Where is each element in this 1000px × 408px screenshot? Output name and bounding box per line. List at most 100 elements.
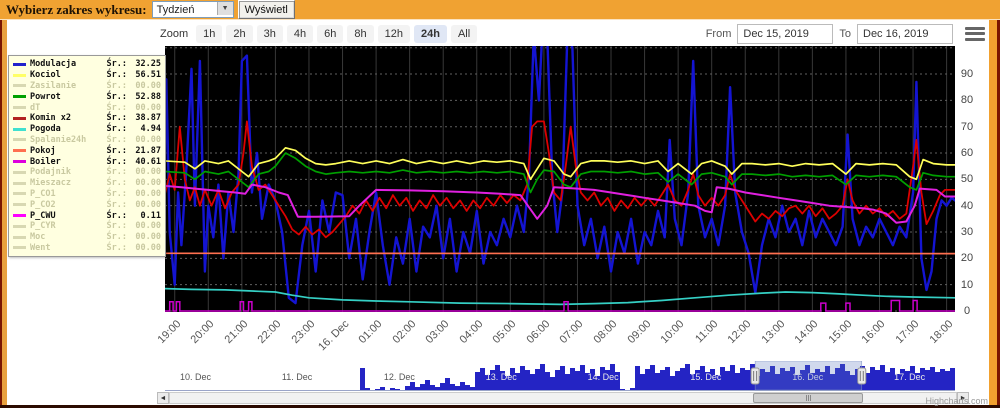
zoom-button-1h[interactable]: 1h bbox=[196, 24, 223, 43]
legend-item-powrot[interactable]: Powrot Śr.: 52.88 bbox=[13, 91, 161, 102]
legend-item-boiler[interactable]: Boiler Śr.: 40.61 bbox=[13, 156, 161, 167]
legend-series-name: P_CYR bbox=[30, 221, 56, 232]
legend-series-name: Spalanie24h bbox=[30, 134, 87, 145]
zoom-button-3h[interactable]: 3h bbox=[256, 24, 283, 43]
legend-item-komin-x2[interactable]: Komin x2 Śr.: 38.87 bbox=[13, 113, 161, 124]
legend-avg-prefix: Śr.: bbox=[106, 199, 127, 210]
legend-avg-prefix: Śr.: bbox=[106, 188, 127, 199]
legend-item-kociol[interactable]: Kociol Śr.: 56.51 bbox=[13, 70, 161, 81]
navigator-scrollbar: ◄ ► bbox=[157, 392, 969, 404]
legend-item-p-cyr[interactable]: P_CYR Śr.: 00.00 bbox=[13, 221, 161, 232]
legend-avg-value: 4.94 bbox=[140, 124, 161, 135]
legend-avg-value: 00.00 bbox=[135, 232, 161, 243]
legend-item-pokoj[interactable]: Pokoj Śr.: 21.87 bbox=[13, 145, 161, 156]
legend-item-mieszacz[interactable]: Mieszacz Śr.: 00.00 bbox=[13, 178, 161, 189]
legend-series-name: Podajnik bbox=[30, 167, 71, 178]
legend-item-podajnik[interactable]: Podajnik Śr.: 00.00 bbox=[13, 167, 161, 178]
legend-avg-prefix: Śr.: bbox=[106, 124, 127, 135]
legend-series-name: P_CWU bbox=[30, 210, 56, 221]
zoom-button-6h[interactable]: 6h bbox=[317, 24, 344, 43]
zoom-button-all[interactable]: All bbox=[450, 24, 478, 43]
legend-series-name: P_CO1 bbox=[30, 188, 56, 199]
legend-avg-prefix: Śr.: bbox=[106, 70, 127, 81]
y-tick-60: 60 bbox=[960, 147, 974, 160]
legend-avg-value: 00.00 bbox=[135, 242, 161, 253]
legend-swatch bbox=[13, 235, 26, 239]
legend-item-pogoda[interactable]: Pogoda Śr.: 4.94 bbox=[13, 124, 161, 135]
hamburger-menu-icon[interactable] bbox=[965, 26, 985, 41]
legend-series-name: Mieszacz bbox=[30, 178, 71, 189]
legend-item-zasilanie[interactable]: Zasilanie Śr.: 00.00 bbox=[13, 81, 161, 92]
legend-item-p-cwu[interactable]: P_CWU Śr.: 0.11 bbox=[13, 210, 161, 221]
legend-avg-prefix: Śr.: bbox=[106, 134, 127, 145]
scrollbar-thumb[interactable] bbox=[753, 393, 863, 403]
app-window: Wybierz zakres wykresu: Tydzień ▼ Wyświe… bbox=[0, 0, 1000, 408]
legend-series-name: Moc bbox=[30, 232, 46, 243]
main-chart-plot[interactable] bbox=[165, 46, 955, 312]
legend-avg-value: 00.00 bbox=[135, 134, 161, 145]
legend-series-name: Boiler bbox=[30, 156, 61, 167]
legend-avg-value: 00.00 bbox=[135, 167, 161, 178]
legend-swatch bbox=[13, 138, 26, 142]
navigator-label-15-Dec: 15. Dec bbox=[690, 372, 722, 382]
legend-avg-value: 00.00 bbox=[135, 199, 161, 210]
zoom-button-4h[interactable]: 4h bbox=[286, 24, 314, 43]
zoom-button-8h[interactable]: 8h bbox=[347, 24, 374, 43]
navigator-left-handle[interactable] bbox=[750, 367, 760, 385]
navigator-right-handle[interactable] bbox=[857, 367, 867, 385]
legend-avg-prefix: Śr.: bbox=[106, 113, 127, 124]
range-select-value: Tydzień bbox=[156, 3, 195, 16]
range-selection-bar: Wybierz zakres wykresu: Tydzień ▼ Wyświe… bbox=[0, 0, 1000, 20]
zoom-button-12h[interactable]: 12h bbox=[377, 24, 410, 43]
legend-avg-value: 00.00 bbox=[135, 188, 161, 199]
display-button[interactable]: Wyświetl bbox=[237, 0, 295, 19]
legend-avg-prefix: Śr.: bbox=[106, 102, 127, 113]
legend-item-p-co1[interactable]: P_CO1 Śr.: 00.00 bbox=[13, 189, 161, 200]
zoom-button-2h[interactable]: 2h bbox=[226, 24, 253, 43]
legend-swatch bbox=[13, 127, 26, 131]
legend-avg-value: 52.88 bbox=[135, 91, 161, 102]
from-date-input[interactable] bbox=[737, 23, 834, 44]
from-label: From bbox=[705, 27, 732, 40]
highcharts-credit[interactable]: Highcharts.com bbox=[890, 396, 988, 406]
legend-swatch bbox=[13, 149, 26, 153]
legend-swatch bbox=[13, 116, 26, 120]
legend-avg-prefix: Śr.: bbox=[106, 178, 127, 189]
frame-left-orange-stripe bbox=[2, 0, 7, 408]
legend-series-name: Went bbox=[30, 242, 51, 253]
range-select-dropdown[interactable]: Tydzień ▼ bbox=[151, 1, 234, 18]
legend-avg-prefix: Śr.: bbox=[106, 145, 127, 156]
legend-avg-prefix: Śr.: bbox=[106, 242, 127, 253]
legend-avg-value: 38.87 bbox=[135, 113, 161, 124]
navigator-label-17-Dec: 17. Dec bbox=[894, 372, 926, 382]
legend-avg-prefix: Śr.: bbox=[106, 210, 127, 221]
chevron-down-icon[interactable]: ▼ bbox=[216, 2, 233, 15]
legend-avg-prefix: Śr.: bbox=[106, 167, 127, 178]
to-label: To bbox=[839, 27, 851, 40]
legend-item-modulacja[interactable]: Modulacja Śr.: 32.25 bbox=[13, 59, 161, 70]
legend-swatch bbox=[13, 106, 26, 110]
legend-item-p-co2[interactable]: P_CO2 Śr.: 00.00 bbox=[13, 199, 161, 210]
legend-swatch bbox=[13, 84, 26, 88]
zoom-button-24h[interactable]: 24h bbox=[413, 24, 447, 43]
to-date-input[interactable] bbox=[857, 23, 953, 44]
legend-swatch bbox=[13, 214, 26, 218]
legend-avg-prefix: Śr.: bbox=[106, 59, 127, 70]
y-tick-10: 10 bbox=[960, 278, 974, 291]
legend-item-moc[interactable]: Moc Śr.: 00.00 bbox=[13, 232, 161, 243]
scrollbar-left-arrow[interactable]: ◄ bbox=[157, 392, 169, 404]
legend-avg-value: 56.51 bbox=[135, 70, 161, 81]
legend-series-name: Zasilanie bbox=[30, 80, 77, 91]
y-tick-80: 80 bbox=[960, 94, 974, 107]
y-tick-30: 30 bbox=[960, 226, 974, 238]
navigator-label-10-Dec: 10. Dec bbox=[180, 372, 212, 382]
chart-navigator[interactable]: 10. Dec 11. Dec 12. Dec 13. Dec 14. Dec 15. D… bbox=[165, 361, 955, 391]
legend-item-spalanie24h[interactable]: Spalanie24h Śr.: 00.00 bbox=[13, 135, 161, 146]
legend-swatch bbox=[13, 170, 26, 174]
legend-item-dt[interactable]: dT Śr.: 00.00 bbox=[13, 102, 161, 113]
y-tick-0: 0 bbox=[963, 305, 971, 317]
legend-series-name: Powrot bbox=[30, 91, 61, 102]
legend-item-went[interactable]: Went Śr.: 00.00 bbox=[13, 243, 161, 254]
legend-series-name: dT bbox=[30, 102, 41, 113]
legend-avg-prefix: Śr.: bbox=[106, 156, 127, 167]
